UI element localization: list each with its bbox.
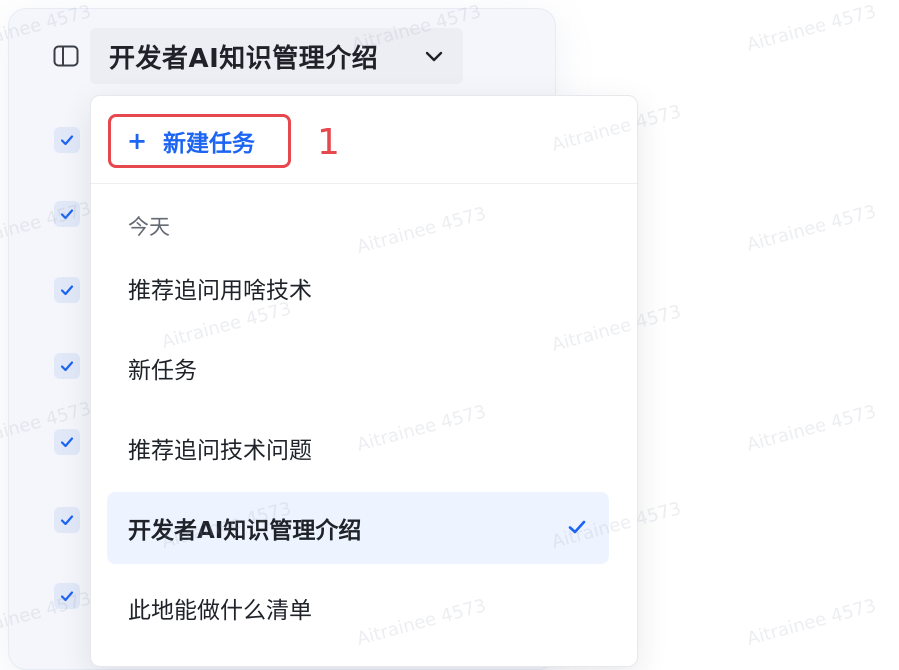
task-checkbox[interactable] [54,127,80,153]
task-item-label: 开发者AI知识管理介绍 [128,518,362,544]
task-item-selected[interactable]: 开发者AI知识管理介绍 [107,492,609,564]
task-item[interactable]: 新任务 [107,332,609,404]
watermark: Aitrainee 4573 [744,201,879,256]
watermark: Aitrainee 4573 [744,401,879,456]
task-item-label: 推荐追问用啥技术 [128,278,312,304]
annotation-number: 1 [317,122,340,163]
chevron-down-icon [425,51,443,62]
task-item-label: 新任务 [128,358,197,384]
task-checkbox[interactable] [54,201,80,227]
task-checkbox[interactable] [54,353,80,379]
task-title: 开发者AI知识管理介绍 [109,43,379,74]
new-task-button[interactable]: + 新建任务 [108,114,291,168]
task-item[interactable]: 此地能做什么清单 [107,572,609,644]
task-checkbox[interactable] [54,583,80,609]
section-label-today: 今天 [128,215,170,239]
task-dropdown-menu: + 新建任务 1 今天 推荐追问用啥技术 新任务 推荐追问技术问题 开发者AI知… [90,95,638,667]
task-title-dropdown[interactable]: 开发者AI知识管理介绍 [90,28,463,84]
sidebar-panel-icon[interactable] [52,42,80,70]
task-item[interactable]: 推荐追问用啥技术 [107,252,609,324]
task-checkbox[interactable] [54,429,80,455]
task-checkbox[interactable] [54,507,80,533]
watermark: Aitrainee 4573 [744,1,879,56]
task-item-label: 此地能做什么清单 [128,598,312,624]
checkmark-icon [568,520,586,534]
new-task-label: 新建任务 [163,131,255,157]
task-item-label: 推荐追问技术问题 [128,438,312,464]
task-checkbox[interactable] [54,277,80,303]
watermark: Aitrainee 4573 [744,595,879,650]
menu-divider [91,183,637,184]
plus-icon: + [127,127,148,155]
task-item[interactable]: 推荐追问技术问题 [107,412,609,484]
